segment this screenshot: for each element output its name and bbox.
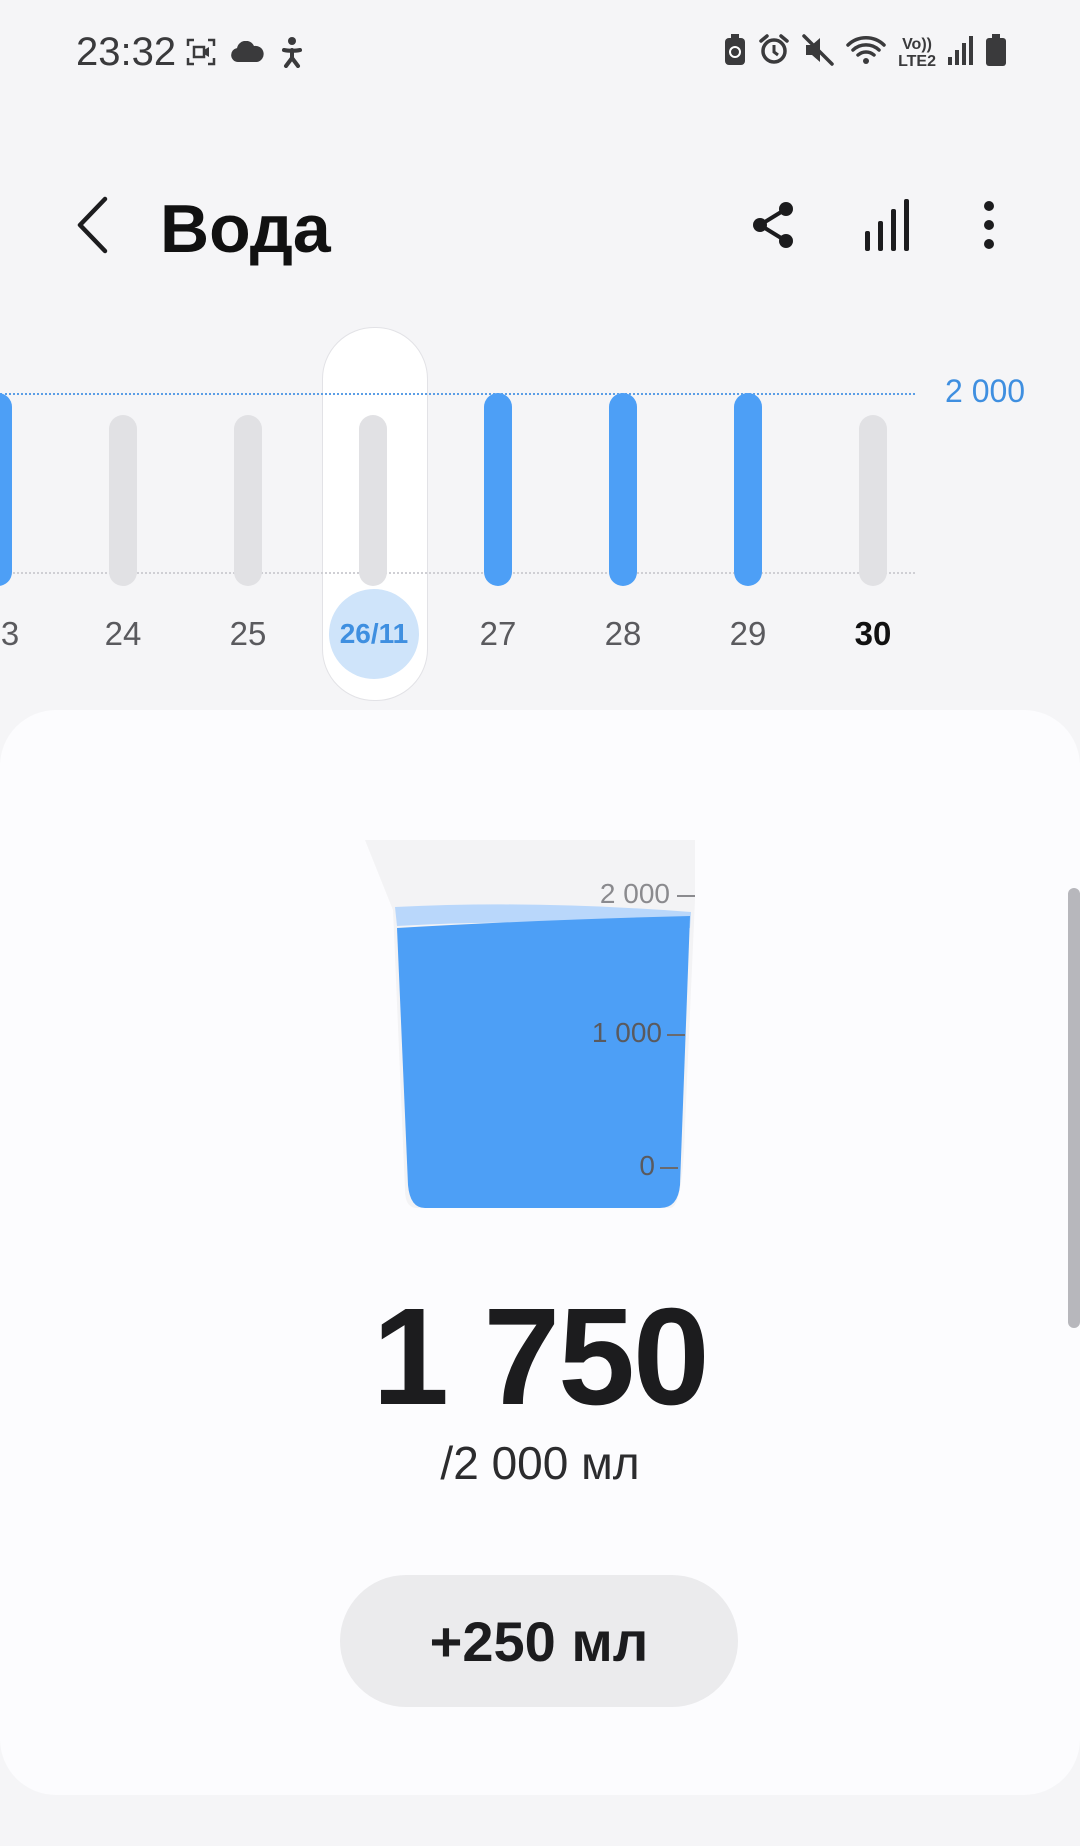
share-button[interactable] <box>738 192 808 262</box>
wifi-icon <box>846 34 886 71</box>
back-button[interactable] <box>62 192 122 262</box>
screen-record-icon <box>186 38 216 71</box>
signal-icon <box>948 35 974 70</box>
goal-line <box>0 393 915 395</box>
accessibility-icon <box>278 36 306 73</box>
status-time: 23:32 <box>76 30 177 74</box>
more-options-button[interactable] <box>954 192 1024 262</box>
day-label[interactable]: 28 <box>583 615 663 653</box>
day-label[interactable]: 25 <box>208 615 288 653</box>
day-bar[interactable] <box>734 393 762 586</box>
cup-tick-label: 1 000 <box>591 1017 662 1048</box>
day-bar[interactable] <box>609 393 637 586</box>
selected-day-label: 26/11 <box>339 618 409 649</box>
add-water-button[interactable]: +250 мл <box>340 1575 738 1707</box>
cup-tick-label: 0 <box>639 1150 655 1181</box>
goal-label: 2 000 <box>945 373 1026 409</box>
week-chart: 2 000 26/11 3 24 25 27 28 29 30 <box>0 315 1080 705</box>
day-bar[interactable] <box>859 415 887 586</box>
battery-icon <box>986 34 1006 71</box>
day-label[interactable]: 27 <box>458 615 538 653</box>
alarm-icon <box>758 34 790 71</box>
cup-tick-label: 2 000 <box>599 878 670 909</box>
day-bar[interactable] <box>484 393 512 586</box>
day-label[interactable]: 29 <box>708 615 788 653</box>
battery-saver-icon <box>724 34 746 71</box>
chart-icon <box>863 197 913 258</box>
status-bar: 23:32 Vo)) LTE2 <box>0 0 1080 110</box>
more-vert-icon <box>982 200 996 255</box>
app-header: Вода <box>0 170 1080 290</box>
day-bar[interactable] <box>234 415 262 586</box>
chevron-left-icon <box>75 196 109 259</box>
baseline <box>0 572 915 574</box>
selected-day-badge[interactable]: 26/11 <box>329 589 419 679</box>
current-amount: 1 750 <box>372 1280 709 1434</box>
share-icon <box>750 200 796 255</box>
mute-icon <box>802 34 834 71</box>
day-bar[interactable] <box>109 415 137 586</box>
day-label[interactable]: 24 <box>83 615 163 653</box>
page-title: Вода <box>160 191 331 267</box>
water-cup: 2 000 1 000 0 <box>365 840 695 1215</box>
goal-amount: /2 000 мл <box>440 1437 640 1489</box>
day-bar[interactable] <box>359 415 387 586</box>
trends-button[interactable] <box>853 192 923 262</box>
day-bar[interactable] <box>0 393 12 586</box>
day-label[interactable]: 30 <box>833 615 913 653</box>
volte-lte2-icon: Vo)) LTE2 <box>898 35 936 70</box>
scrollbar[interactable] <box>1068 888 1080 1328</box>
cloud-icon <box>230 40 264 68</box>
day-label[interactable]: 3 <box>0 615 50 653</box>
